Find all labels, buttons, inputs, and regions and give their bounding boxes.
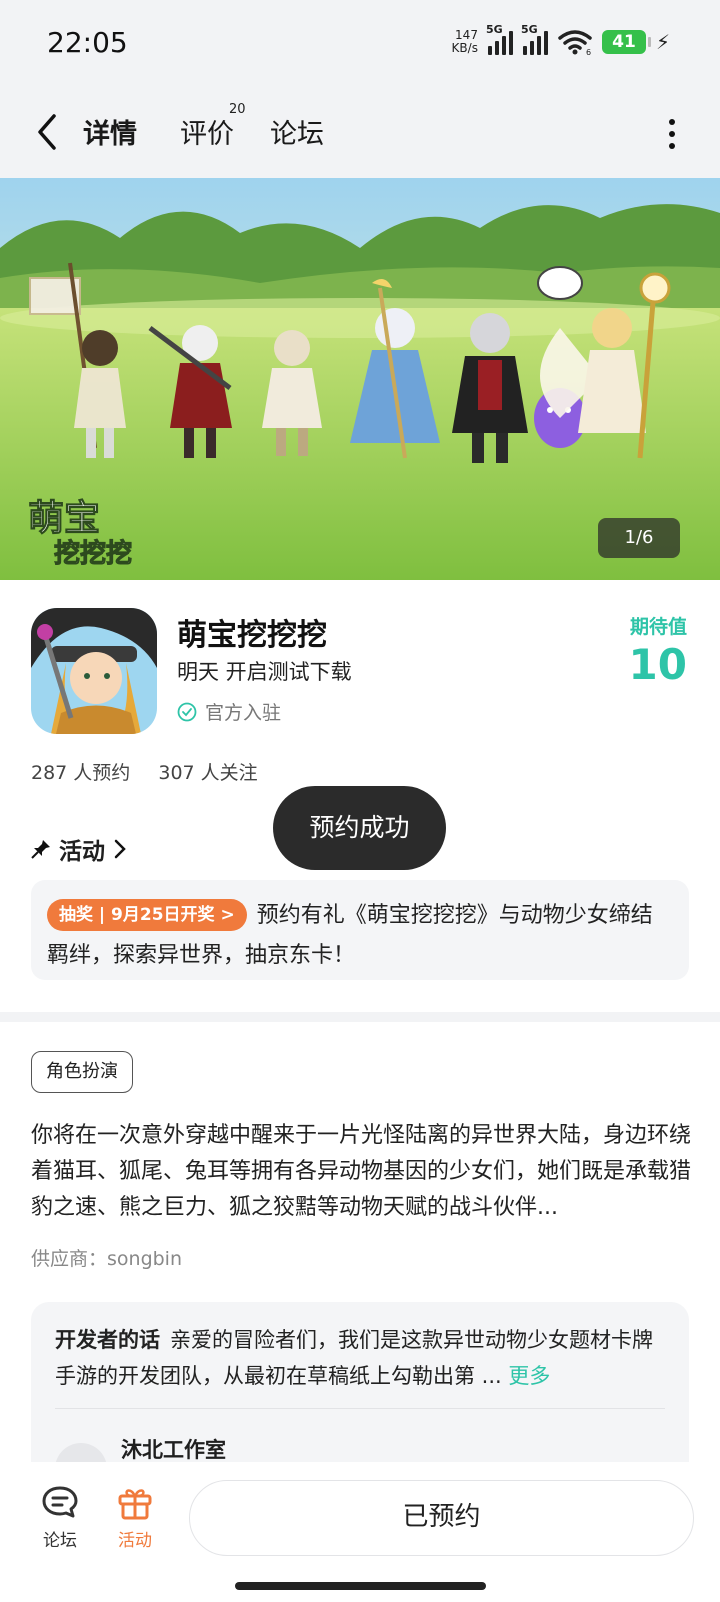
activity-heading[interactable]: 活动 — [31, 832, 127, 866]
activity-heading-label: 活动 — [59, 839, 105, 865]
bottom-action-bar: 论坛 活动 已预约 — [0, 1462, 720, 1602]
reservation-count: 287 人预约 — [31, 762, 131, 784]
tab-reviews-label: 评价 — [180, 119, 234, 150]
svg-text:6: 6 — [586, 48, 591, 55]
charging-icon: ⚡ — [655, 30, 670, 54]
status-time: 22:05 — [47, 26, 128, 59]
banner-page-indicator: 1/6 — [598, 518, 680, 558]
verified-label: 官方入驻 — [205, 702, 282, 724]
supplier-text: 供应商：songbin — [31, 1248, 183, 1270]
battery-icon: 41 — [601, 30, 651, 54]
developer-card[interactable]: 开发者的话 亲爱的冒险者们，我们是这款异世动物少女题材卡牌手游的开发团队，从最初在… — [31, 1302, 689, 1462]
pin-icon — [31, 840, 50, 859]
gift-icon — [118, 1489, 152, 1520]
tab-forum[interactable]: 论坛 — [270, 112, 324, 151]
developer-title: 开发者的话 — [55, 1328, 160, 1352]
reservation-success-toast: 预约成功 — [273, 786, 446, 870]
section-divider — [0, 1012, 720, 1022]
top-nav: 详情 评价 20 论坛 — [0, 88, 720, 178]
signal-icon: 5G — [486, 23, 513, 55]
more-options-icon[interactable] — [662, 114, 682, 154]
activity-card[interactable]: 抽奖 | 9月25日开奖 > 预约有礼《萌宝挖挖挖》与动物少女缔结羁绊，探索异世界… — [31, 880, 689, 980]
forum-icon — [42, 1486, 78, 1518]
tab-forum-label: 论坛 — [270, 119, 324, 150]
sim2-label: 5G — [520, 23, 538, 36]
lottery-tag[interactable]: 抽奖 | 9月25日开奖 > — [47, 899, 247, 931]
tab-details-label: 详情 — [83, 119, 137, 150]
signal-icon-2: 5G — [521, 23, 548, 55]
app-subtitle: 明天 开启测试下载 — [177, 660, 352, 684]
bottom-activity-label: 活动 — [118, 1531, 152, 1551]
network-speed: 147 KB/s — [452, 29, 478, 55]
svg-text:挖挖挖: 挖挖挖 — [54, 538, 132, 569]
app-icon[interactable] — [31, 608, 157, 734]
tab-details[interactable]: 详情 — [80, 112, 140, 151]
expectation-label: 期待值 — [629, 616, 687, 638]
studio-name: 沐北工作室 — [121, 1438, 226, 1462]
sim1-label: 5G — [485, 23, 503, 36]
bottom-activity-button[interactable]: 活动 — [105, 1484, 165, 1551]
app-name: 萌宝挖挖挖 — [177, 618, 327, 653]
review-count-badge: 20 — [229, 102, 246, 117]
back-icon[interactable] — [30, 110, 70, 154]
reserved-button[interactable]: 已预约 — [189, 1480, 694, 1556]
genre-tag[interactable]: 角色扮演 — [31, 1051, 133, 1093]
developer-text-block: 开发者的话 亲爱的冒险者们，我们是这款异世动物少女题材卡牌手游的开发团队，从最初在… — [55, 1322, 665, 1394]
bottom-forum-button[interactable]: 论坛 — [30, 1484, 90, 1551]
verified-badge: 官方入驻 — [177, 698, 281, 725]
game-description[interactable]: 你将在一次意外穿越中醒来于一片光怪陆离的异世界大陆，身边环绕着猫耳、狐尾、兔耳等… — [31, 1118, 691, 1226]
tab-reviews[interactable]: 评价 — [180, 112, 234, 151]
wifi-icon: 6 — [558, 30, 592, 55]
studio-row[interactable]: 沐北工作室 — [55, 1421, 665, 1462]
status-icons: 147 KB/s 5G 5G 6 41 ⚡ — [452, 23, 670, 60]
developer-more-link[interactable]: 更多 — [508, 1364, 550, 1388]
follower-count: 307 人关注 — [158, 762, 258, 784]
network-speed-unit: KB/s — [451, 41, 478, 55]
chevron-right-icon — [114, 839, 126, 859]
verified-check-icon — [177, 702, 197, 721]
expectation-value: 10 — [628, 640, 687, 689]
studio-avatar — [55, 1443, 107, 1462]
svg-text:萌宝: 萌宝 — [28, 498, 100, 539]
developer-separator — [55, 1408, 665, 1409]
status-bar: 22:05 147 KB/s 5G 5G 6 41 ⚡ — [0, 0, 720, 88]
home-indicator[interactable] — [235, 1582, 486, 1590]
bottom-forum-label: 论坛 — [43, 1531, 77, 1551]
app-counts: 287 人预约 307 人关注 — [31, 758, 280, 785]
